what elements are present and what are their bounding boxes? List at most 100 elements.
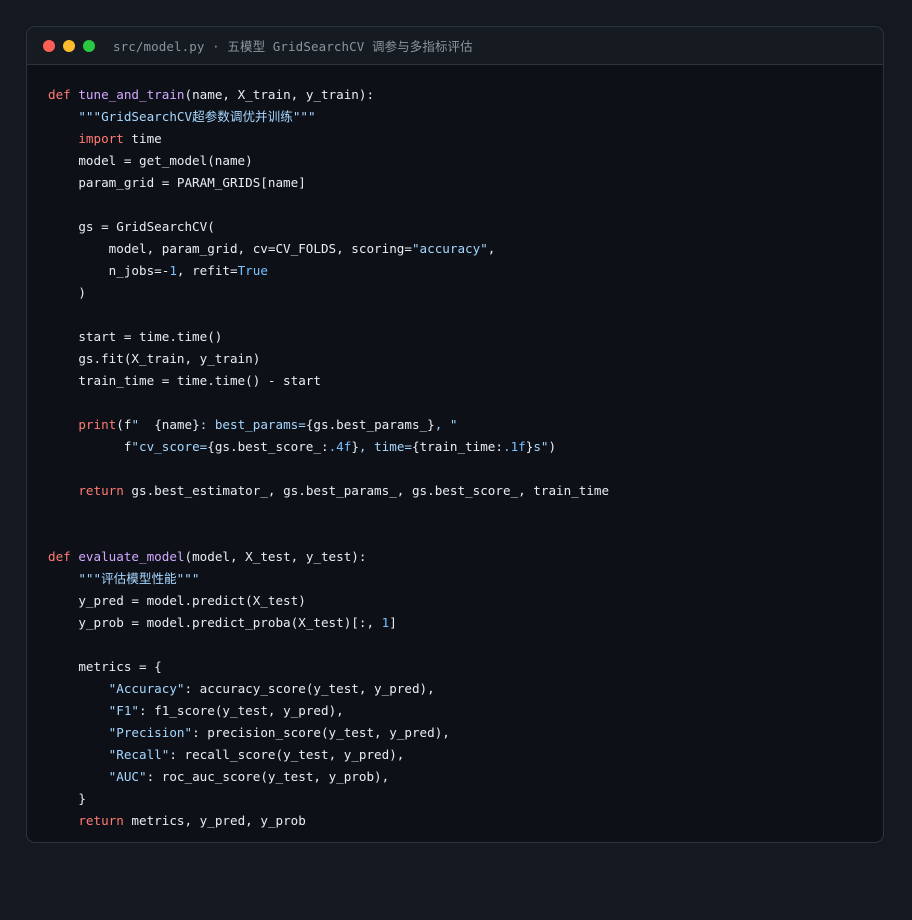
code-line: print(f" {name}: best_params={gs.best_pa… (48, 414, 609, 436)
code-editor[interactable]: def tune_and_train(name, X_train, y_trai… (48, 84, 609, 832)
code-token: , (487, 241, 496, 256)
code-token: metrics, y_pred, y_prob (123, 813, 306, 828)
code-token: } (351, 439, 359, 454)
code-line: f"cv_score={gs.best_score_:.4f}, time={t… (48, 436, 609, 458)
code-token: ) (48, 285, 86, 300)
window-title: src/model.py · 五模型 GridSearchCV 调参与多指标评估 (113, 39, 473, 54)
code-token: : best_params= (199, 417, 306, 432)
close-window-icon[interactable] (43, 39, 55, 52)
code-token: "cv_score= (131, 439, 208, 454)
code-line: def evaluate_model(model, X_test, y_test… (48, 546, 609, 568)
code-token: .1f (502, 439, 526, 454)
code-line: return gs.best_estimator_, gs.best_param… (48, 480, 609, 502)
code-token: , time= (358, 439, 412, 454)
code-token: "Precision" (108, 725, 193, 740)
code-token: : roc_auc_score(y_test, y_prob), (146, 769, 390, 784)
code-token: "F1" (108, 703, 140, 718)
code-line: def tune_and_train(name, X_train, y_trai… (48, 84, 609, 106)
code-line: "AUC": roc_auc_score(y_test, y_prob), (48, 766, 609, 788)
code-token: f (48, 439, 132, 454)
code-line: model, param_grid, cv=CV_FOLDS, scoring=… (48, 238, 609, 260)
code-line: y_pred = model.predict(X_test) (48, 590, 609, 612)
code-line: n_jobs=-1, refit=True (48, 260, 609, 282)
code-line: y_prob = model.predict_proba(X_test)[:, … (48, 612, 609, 634)
code-line: gs.fit(X_train, y_train) (48, 348, 609, 370)
code-token: return (78, 813, 124, 828)
code-token: start = time.time() (48, 329, 223, 344)
code-token: model = get_model(name) (48, 153, 253, 168)
code-line: model = get_model(name) (48, 150, 609, 172)
code-line: """GridSearchCV超参数调优并训练""" (48, 106, 609, 128)
code-token: "accuracy" (411, 241, 488, 256)
code-token: gs = GridSearchCV( (48, 219, 215, 234)
code-token: : f1_score(y_test, y_pred), (139, 703, 344, 718)
code-token: "AUC" (108, 769, 147, 784)
code-token: gs.best_estimator_, gs.best_params_, gs.… (123, 483, 610, 498)
code-line: } (48, 788, 609, 810)
code-token: True (237, 263, 268, 278)
code-token: } (48, 791, 86, 806)
code-token: 1 (169, 263, 177, 278)
code-token: import (78, 131, 124, 146)
code-token: "Accuracy" (108, 681, 185, 696)
code-line: param_grid = PARAM_GRIDS[name] (48, 172, 609, 194)
code-window: src/model.py · 五模型 GridSearchCV 调参与多指标评估… (26, 26, 884, 843)
code-line: import time (48, 128, 609, 150)
code-token: , " (434, 417, 458, 432)
code-token: , refit= (176, 263, 238, 278)
code-token: evaluate_model (78, 549, 185, 564)
code-line: "Precision": precision_score(y_test, y_p… (48, 722, 609, 744)
code-token: def (48, 87, 71, 102)
code-token: : recall_score(y_test, y_pred), (169, 747, 405, 762)
code-token: (model, X_test, y_test): (184, 549, 367, 564)
code-line: "Accuracy": accuracy_score(y_test, y_pre… (48, 678, 609, 700)
code-token: {gs.best_params_} (305, 417, 435, 432)
code-line: """评估模型性能""" (48, 568, 609, 590)
code-token: : precision_score(y_test, y_pred), (192, 725, 450, 740)
code-token: (name, X_train, y_train): (184, 87, 375, 102)
code-line: "Recall": recall_score(y_test, y_pred), (48, 744, 609, 766)
code-token: "Recall" (108, 747, 170, 762)
code-token: time (123, 131, 162, 146)
code-line: return metrics, y_pred, y_prob (48, 810, 609, 832)
code-line: metrics = { (48, 656, 609, 678)
code-token: def (48, 549, 71, 564)
code-token: tune_and_train (78, 87, 185, 102)
window-titlebar: src/model.py · 五模型 GridSearchCV 调参与多指标评估 (27, 27, 883, 65)
code-token: n_jobs=- (48, 263, 170, 278)
code-token: s" (533, 439, 549, 454)
maximize-window-icon[interactable] (83, 39, 95, 52)
code-token: train_time = time.time() - start (48, 373, 321, 388)
code-token: : accuracy_score(y_test, y_pred), (184, 681, 435, 696)
code-line: ) (48, 282, 609, 304)
code-token: .4f (328, 439, 352, 454)
code-token: metrics = { (48, 659, 162, 674)
code-token: ) (548, 439, 557, 454)
code-line: "F1": f1_score(y_test, y_pred), (48, 700, 609, 722)
code-token: ] (389, 615, 397, 630)
minimize-window-icon[interactable] (63, 39, 75, 52)
code-token: model, param_grid, cv=CV_FOLDS, scoring= (48, 241, 412, 256)
code-token: {gs.best_score_: (207, 439, 329, 454)
code-token: gs.fit(X_train, y_train) (48, 351, 261, 366)
code-token: return (78, 483, 124, 498)
code-token: print (78, 417, 117, 432)
code-token: """评估模型性能""" (78, 571, 200, 586)
code-token: y_prob = model.predict_proba(X_test)[:, (48, 615, 382, 630)
